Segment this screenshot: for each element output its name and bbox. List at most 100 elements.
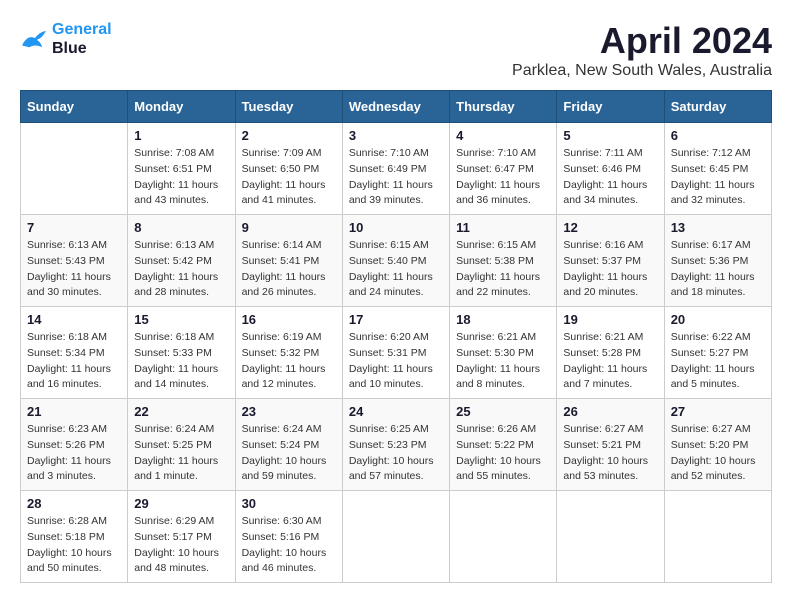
- calendar-cell: 16Sunrise: 6:19 AMSunset: 5:32 PMDayligh…: [235, 307, 342, 399]
- day-info: Sunrise: 7:10 AMSunset: 6:49 PMDaylight:…: [349, 146, 443, 209]
- calendar-cell: 13 Sunrise: 6:17 AMSunset: 5:36 PMDayligh…: [664, 215, 771, 307]
- calendar-header: SundayMondayTuesdayWednesdayThursdayFrid…: [21, 91, 772, 123]
- day-number: 4: [456, 128, 550, 143]
- day-info: Sunrise: 6:27 AMSunset: 5:21 PMDaylight:…: [563, 422, 657, 485]
- title-section: April 2024 Parklea, New South Wales, Aus…: [512, 20, 772, 80]
- header-day-wednesday: Wednesday: [342, 91, 449, 123]
- calendar-cell: 23 Sunrise: 6:24 AMSunset: 5:24 PMDayligh…: [235, 399, 342, 491]
- calendar-cell: 20 Sunrise: 6:22 AMSunset: 5:27 PMDayligh…: [664, 307, 771, 399]
- day-info: Sunrise: 6:22 AMSunset: 5:27 PMDaylight:…: [671, 330, 765, 393]
- day-info: Sunrise: 6:18 AMSunset: 5:33 PMDaylight:…: [134, 330, 228, 393]
- day-number: 28: [27, 496, 121, 511]
- calendar-cell: 11 Sunrise: 6:15 AMSunset: 5:38 PMDayligh…: [450, 215, 557, 307]
- calendar-cell: 29Sunrise: 6:29 AMSunset: 5:17 PMDayligh…: [128, 491, 235, 583]
- calendar-cell: [21, 123, 128, 215]
- day-info: Sunrise: 7:08 AMSunset: 6:51 PMDaylight:…: [134, 146, 228, 209]
- calendar-cell: [557, 491, 664, 583]
- day-info: Sunrise: 6:21 AMSunset: 5:30 PMDaylight:…: [456, 330, 550, 393]
- day-number: 30: [242, 496, 336, 511]
- calendar-cell: 27Sunrise: 6:27 AMSunset: 5:20 PMDayligh…: [664, 399, 771, 491]
- day-number: 13: [671, 220, 765, 235]
- calendar-week-2: 7Sunrise: 6:13 AMSunset: 5:43 PMDaylight…: [21, 215, 772, 307]
- day-info: Sunrise: 7:10 AMSunset: 6:47 PMDaylight:…: [456, 146, 550, 209]
- day-info: Sunrise: 6:24 AMSunset: 5:25 PMDaylight:…: [134, 422, 228, 485]
- calendar-cell: [664, 491, 771, 583]
- logo: General Blue: [20, 20, 112, 58]
- day-info: Sunrise: 6:13 AMSunset: 5:42 PMDaylight:…: [134, 238, 228, 301]
- day-number: 19: [563, 312, 657, 327]
- page-title: April 2024: [512, 20, 772, 62]
- page-subtitle: Parklea, New South Wales, Australia: [512, 62, 772, 80]
- day-info: Sunrise: 6:15 AMSunset: 5:40 PMDaylight:…: [349, 238, 443, 301]
- calendar-cell: 28 Sunrise: 6:28 AMSunset: 5:18 PMDayligh…: [21, 491, 128, 583]
- day-info: Sunrise: 6:16 AMSunset: 5:37 PMDaylight:…: [563, 238, 657, 301]
- calendar-week-1: 1Sunrise: 7:08 AMSunset: 6:51 PMDaylight…: [21, 123, 772, 215]
- calendar-cell: 6Sunrise: 7:12 AMSunset: 6:45 PMDaylight…: [664, 123, 771, 215]
- day-number: 8: [134, 220, 228, 235]
- day-info: Sunrise: 6:25 AMSunset: 5:23 PMDaylight:…: [349, 422, 443, 485]
- calendar-cell: 21 Sunrise: 6:23 AMSunset: 5:26 PMDayligh…: [21, 399, 128, 491]
- day-number: 15: [134, 312, 228, 327]
- calendar-cell: 17 Sunrise: 6:20 AMSunset: 5:31 PMDayligh…: [342, 307, 449, 399]
- calendar-cell: 19 Sunrise: 6:21 AMSunset: 5:28 PMDayligh…: [557, 307, 664, 399]
- page-header: General Blue April 2024 Parklea, New Sou…: [20, 20, 772, 80]
- day-info: Sunrise: 6:24 AMSunset: 5:24 PMDaylight:…: [242, 422, 336, 485]
- day-number: 25: [456, 404, 550, 419]
- calendar-cell: 22Sunrise: 6:24 AMSunset: 5:25 PMDayligh…: [128, 399, 235, 491]
- calendar-cell: 18Sunrise: 6:21 AMSunset: 5:30 PMDayligh…: [450, 307, 557, 399]
- day-number: 5: [563, 128, 657, 143]
- day-number: 12: [563, 220, 657, 235]
- day-number: 16: [242, 312, 336, 327]
- day-number: 23: [242, 404, 336, 419]
- calendar-week-4: 21 Sunrise: 6:23 AMSunset: 5:26 PMDayligh…: [21, 399, 772, 491]
- calendar-cell: 5Sunrise: 7:11 AMSunset: 6:46 PMDaylight…: [557, 123, 664, 215]
- day-number: 17: [349, 312, 443, 327]
- calendar-cell: 14 Sunrise: 6:18 AMSunset: 5:34 PMDayligh…: [21, 307, 128, 399]
- header-day-tuesday: Tuesday: [235, 91, 342, 123]
- header-row: SundayMondayTuesdayWednesdayThursdayFrid…: [21, 91, 772, 123]
- day-number: 14: [27, 312, 121, 327]
- calendar-cell: 26 Sunrise: 6:27 AMSunset: 5:21 PMDayligh…: [557, 399, 664, 491]
- calendar-cell: 7Sunrise: 6:13 AMSunset: 5:43 PMDaylight…: [21, 215, 128, 307]
- day-info: Sunrise: 6:28 AMSunset: 5:18 PMDaylight:…: [27, 514, 121, 577]
- calendar-table: SundayMondayTuesdayWednesdayThursdayFrid…: [20, 90, 772, 583]
- day-info: Sunrise: 6:15 AMSunset: 5:38 PMDaylight:…: [456, 238, 550, 301]
- day-number: 20: [671, 312, 765, 327]
- day-info: Sunrise: 6:20 AMSunset: 5:31 PMDaylight:…: [349, 330, 443, 393]
- day-number: 7: [27, 220, 121, 235]
- day-number: 21: [27, 404, 121, 419]
- header-day-sunday: Sunday: [21, 91, 128, 123]
- calendar-cell: 30 Sunrise: 6:30 AMSunset: 5:16 PMDayligh…: [235, 491, 342, 583]
- header-day-thursday: Thursday: [450, 91, 557, 123]
- calendar-cell: 4 Sunrise: 7:10 AMSunset: 6:47 PMDaylight…: [450, 123, 557, 215]
- calendar-cell: 12 Sunrise: 6:16 AMSunset: 5:37 PMDayligh…: [557, 215, 664, 307]
- calendar-cell: 1Sunrise: 7:08 AMSunset: 6:51 PMDaylight…: [128, 123, 235, 215]
- calendar-body: 1Sunrise: 7:08 AMSunset: 6:51 PMDaylight…: [21, 123, 772, 583]
- day-info: Sunrise: 6:17 AMSunset: 5:36 PMDaylight:…: [671, 238, 765, 301]
- calendar-week-5: 28 Sunrise: 6:28 AMSunset: 5:18 PMDayligh…: [21, 491, 772, 583]
- calendar-cell: [342, 491, 449, 583]
- calendar-cell: 24 Sunrise: 6:25 AMSunset: 5:23 PMDayligh…: [342, 399, 449, 491]
- day-info: Sunrise: 6:23 AMSunset: 5:26 PMDaylight:…: [27, 422, 121, 485]
- day-number: 11: [456, 220, 550, 235]
- calendar-week-3: 14 Sunrise: 6:18 AMSunset: 5:34 PMDayligh…: [21, 307, 772, 399]
- calendar-cell: 8 Sunrise: 6:13 AMSunset: 5:42 PMDaylight…: [128, 215, 235, 307]
- day-number: 26: [563, 404, 657, 419]
- calendar-cell: 9Sunrise: 6:14 AMSunset: 5:41 PMDaylight…: [235, 215, 342, 307]
- header-day-friday: Friday: [557, 91, 664, 123]
- day-info: Sunrise: 6:21 AMSunset: 5:28 PMDaylight:…: [563, 330, 657, 393]
- day-info: Sunrise: 6:26 AMSunset: 5:22 PMDaylight:…: [456, 422, 550, 485]
- logo-text: General Blue: [52, 20, 112, 58]
- day-number: 9: [242, 220, 336, 235]
- day-info: Sunrise: 6:30 AMSunset: 5:16 PMDaylight:…: [242, 514, 336, 577]
- calendar-cell: 10Sunrise: 6:15 AMSunset: 5:40 PMDayligh…: [342, 215, 449, 307]
- day-number: 6: [671, 128, 765, 143]
- day-info: Sunrise: 6:29 AMSunset: 5:17 PMDaylight:…: [134, 514, 228, 577]
- day-info: Sunrise: 6:18 AMSunset: 5:34 PMDaylight:…: [27, 330, 121, 393]
- day-number: 2: [242, 128, 336, 143]
- day-number: 3: [349, 128, 443, 143]
- day-number: 24: [349, 404, 443, 419]
- day-number: 27: [671, 404, 765, 419]
- logo-icon: [20, 27, 48, 51]
- calendar-cell: 2Sunrise: 7:09 AMSunset: 6:50 PMDaylight…: [235, 123, 342, 215]
